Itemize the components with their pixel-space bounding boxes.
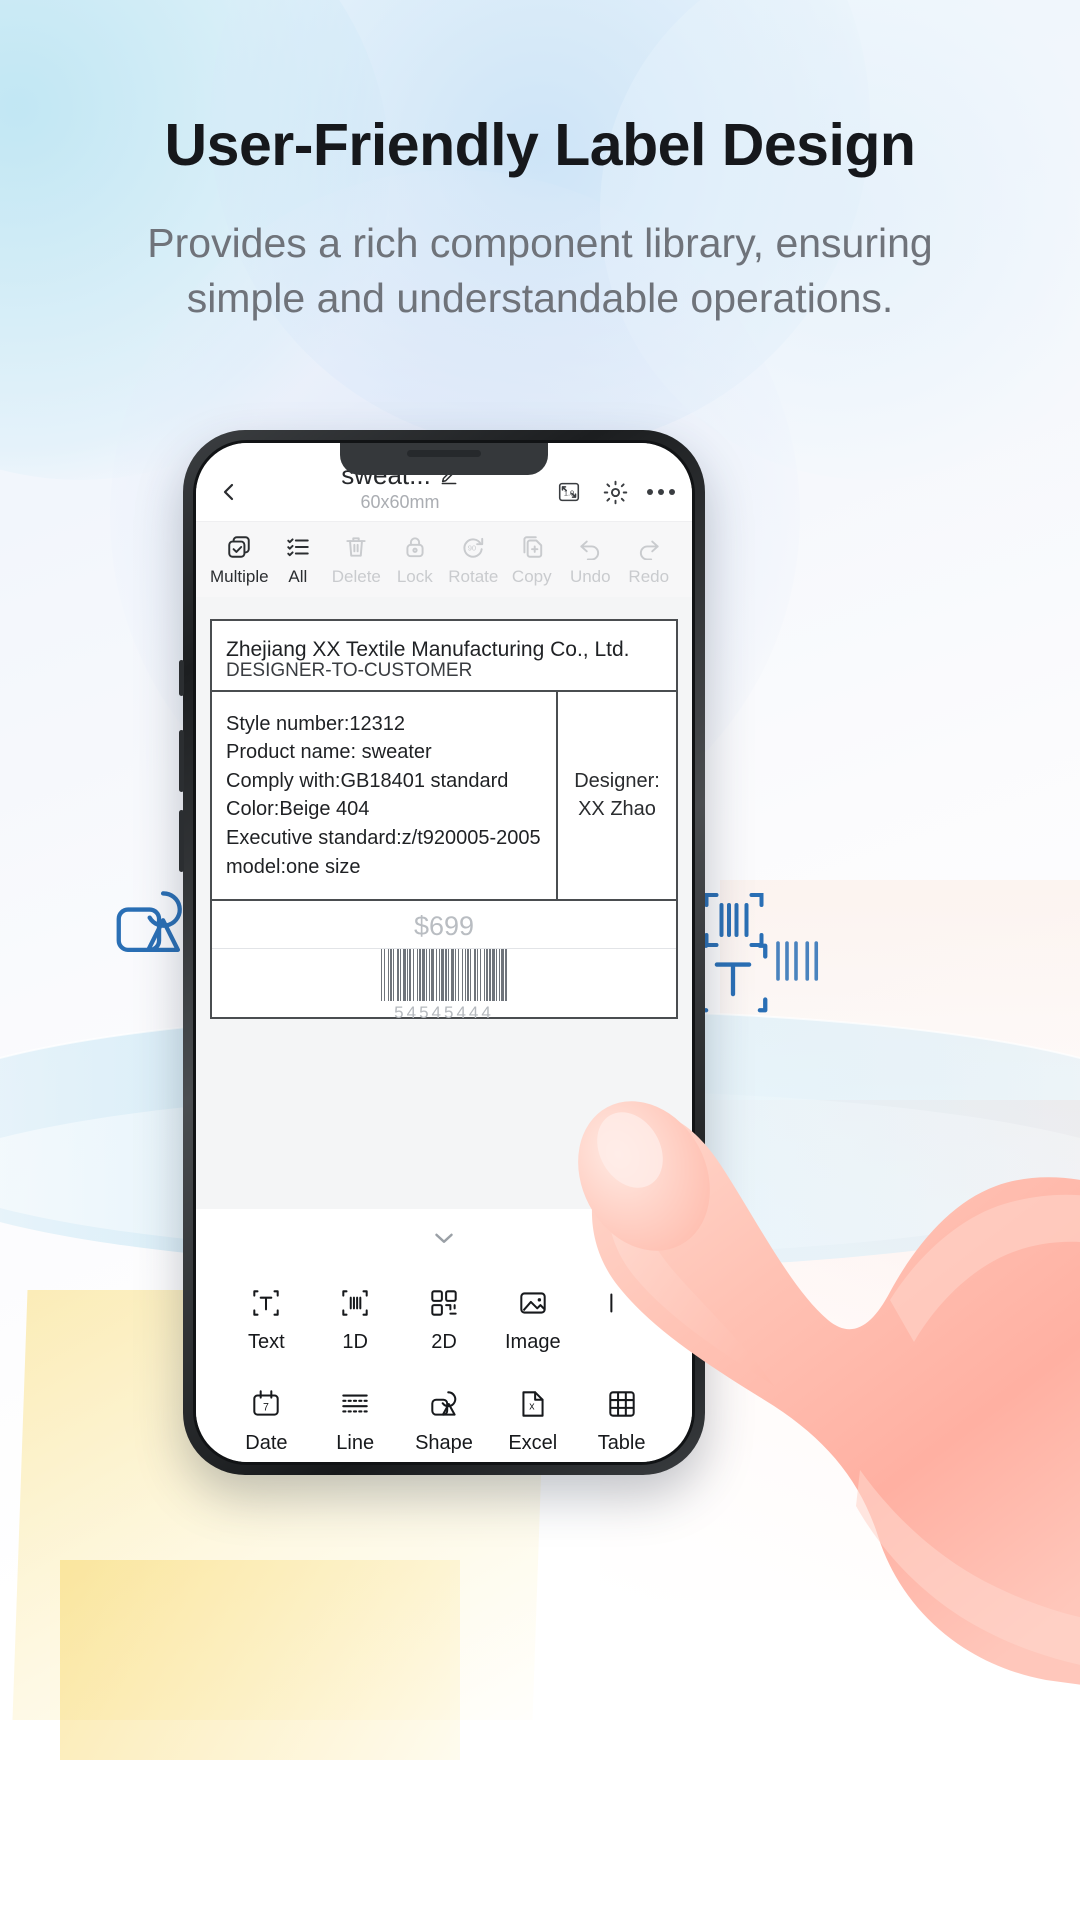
copy-icon <box>519 532 545 562</box>
image-icon <box>516 1283 550 1323</box>
promo-text-block: User-Friendly Label Design Provides a ri… <box>0 112 1080 325</box>
component-shape[interactable]: Shape <box>400 1374 489 1462</box>
toolbar-label: Delete <box>331 567 381 586</box>
component-text[interactable]: Text <box>222 1273 311 1364</box>
page-title: User-Friendly Label Design <box>164 112 916 178</box>
toolbar-label: Redo <box>628 567 670 586</box>
shape-icon <box>427 1384 461 1424</box>
page-subtitle: Provides a rich component library, ensur… <box>147 220 933 321</box>
label-designer-cell[interactable]: Designer: XX Zhao <box>558 692 676 900</box>
redo-arrow-icon <box>636 532 662 562</box>
component-label: Image <box>504 1331 561 1353</box>
phone-mute-button <box>179 660 184 696</box>
label-header-cell[interactable]: Zhejiang XX Textile Manufacturing Co., L… <box>212 621 676 692</box>
chevron-left-icon <box>223 483 234 501</box>
barcode-bars <box>380 949 508 1002</box>
label-spec-cell[interactable]: Style number:12312 Product name: sweater… <box>212 691 558 900</box>
rotate-90-icon: 90 <box>460 532 486 562</box>
label-company-name: Zhejiang XX Textile Manufacturing Co., L… <box>226 638 630 661</box>
gear-icon[interactable] <box>600 477 630 507</box>
spec-line: Comply with:GB18401 standard <box>226 769 509 792</box>
component-label: Text <box>248 1331 285 1353</box>
scale-1.0-icon[interactable]: 1.0 <box>554 477 584 507</box>
phone-volume-down-button <box>179 810 184 872</box>
component-label: Line <box>336 1432 375 1454</box>
line-styles-icon <box>338 1384 372 1424</box>
spec-line: Product name: sweater <box>226 741 432 764</box>
component-label: 1D <box>342 1331 368 1353</box>
spec-line: Executive standard:z/t920005-2005 <box>226 826 541 849</box>
pointing-hand-illustration <box>578 1101 1080 1685</box>
chevron-down-icon <box>435 1233 453 1243</box>
barcode-1d-icon <box>338 1283 372 1323</box>
toolbar-label: Undo <box>569 567 611 586</box>
phone-notch <box>340 443 548 475</box>
toolbar-label: All <box>288 567 308 586</box>
svg-text:90: 90 <box>468 543 476 552</box>
toolbar-item-multiple[interactable]: Multiple <box>210 532 269 587</box>
toolbar-item-redo[interactable]: Redo <box>620 532 678 587</box>
svg-text:1.0: 1.0 <box>564 489 574 498</box>
toolbar-item-delete[interactable]: Delete <box>327 532 385 587</box>
excel-file-icon: x <box>516 1384 550 1424</box>
label-size: 60x60mm <box>360 492 440 512</box>
label-price[interactable]: $699 <box>212 901 676 948</box>
label-tagline: DESIGNER-TO-CUSTOMER <box>226 659 473 681</box>
svg-text:7: 7 <box>263 1401 269 1413</box>
component-2d[interactable]: 2D <box>400 1273 489 1364</box>
spec-line: Style number:12312 <box>226 712 406 735</box>
toolbar-item-undo[interactable]: Undo <box>561 532 619 587</box>
svg-text:x: x <box>529 1400 535 1412</box>
phone-speaker <box>407 450 481 457</box>
calendar-7-icon: 7 <box>249 1384 283 1424</box>
editor-toolbar: Multiple All Delete Lock 90 Rotate Copy … <box>196 521 692 597</box>
more-dots-icon[interactable] <box>646 477 676 507</box>
barcode-number: 54545444 <box>394 1003 494 1023</box>
component-line[interactable]: Line <box>311 1374 400 1462</box>
toolbar-label: Copy <box>511 567 552 586</box>
lock-icon <box>402 532 428 562</box>
barcode-scan-icon-2 <box>776 941 819 981</box>
toolbar-item-lock[interactable]: Lock <box>386 532 444 587</box>
designer-label: Designer: <box>574 770 660 793</box>
background-yellow-block-2 <box>60 1560 460 1760</box>
component-date[interactable]: 7 Date <box>222 1374 311 1462</box>
phone-volume-up-button <box>179 730 184 792</box>
toolbar-item-copy[interactable]: Copy <box>503 532 561 587</box>
component-label: Date <box>245 1432 288 1454</box>
spec-line: model:one size <box>226 855 361 878</box>
layers-check-icon <box>226 532 252 562</box>
label-body-row: Style number:12312 Product name: sweater… <box>212 691 676 902</box>
toolbar-label: Multiple <box>210 567 269 586</box>
toolbar-label: Rotate <box>448 567 499 586</box>
toolbar-label: Lock <box>396 567 433 586</box>
undo-arrow-icon <box>577 532 603 562</box>
component-label: 2D <box>431 1331 457 1353</box>
header-actions: 1.0 <box>554 477 676 507</box>
trash-icon <box>343 532 369 562</box>
promo-page: User-Friendly Label Design Provides a ri… <box>0 0 1080 1920</box>
qrcode-2d-icon <box>427 1283 461 1323</box>
component-label: Excel <box>508 1432 558 1454</box>
text-box-icon <box>249 1283 283 1323</box>
shape-icon <box>116 891 182 953</box>
designer-name: XX Zhao <box>578 798 656 821</box>
spec-line: Color:Beige 404 <box>226 798 370 821</box>
component-label: Shape <box>415 1432 473 1454</box>
toolbar-item-rotate[interactable]: 90 Rotate <box>444 532 502 587</box>
label-design[interactable]: Zhejiang XX Textile Manufacturing Co., L… <box>210 619 678 1022</box>
toolbar-item-all[interactable]: All <box>269 532 327 587</box>
back-button[interactable] <box>212 475 246 509</box>
component-1d[interactable]: 1D <box>311 1273 400 1364</box>
select-all-list-icon <box>285 532 311 562</box>
